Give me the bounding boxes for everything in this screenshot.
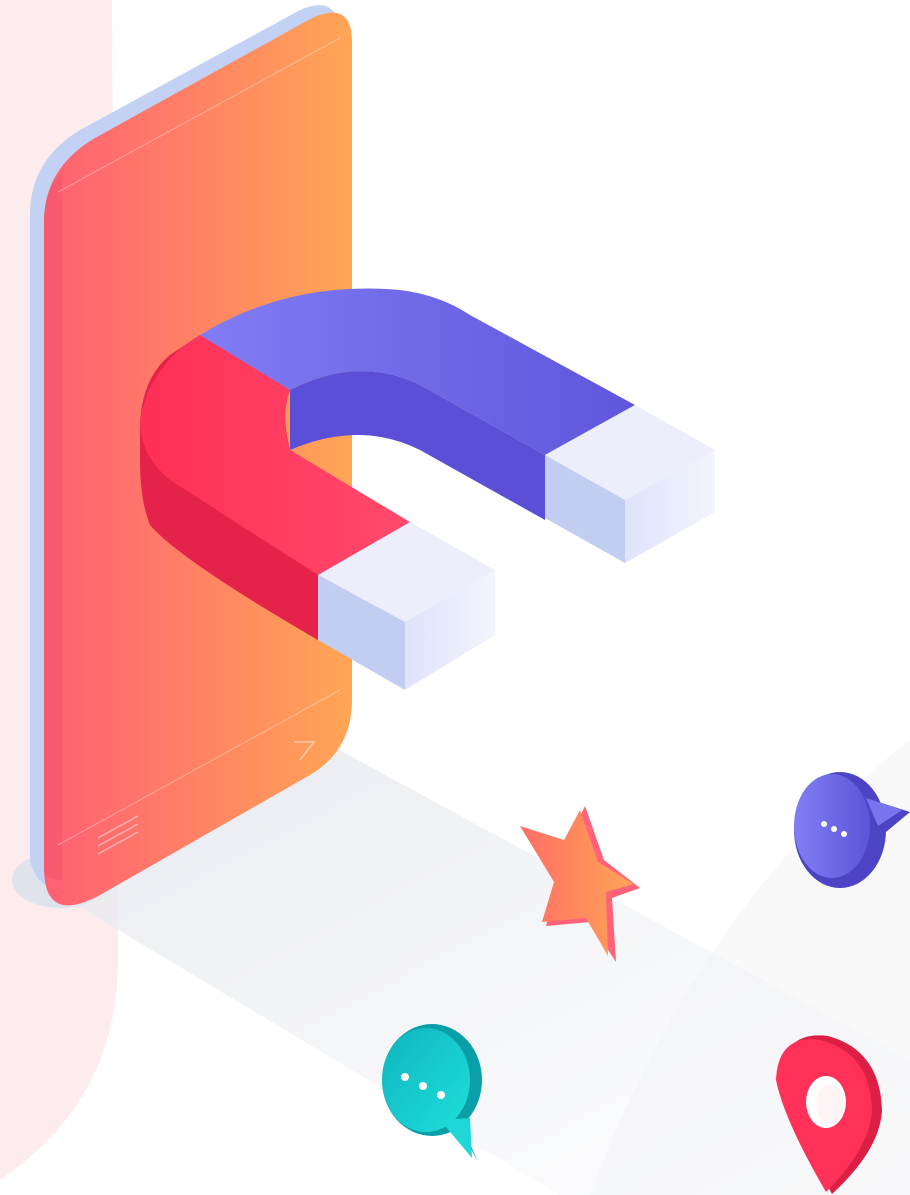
illustration-page [0,0,910,1195]
scene-illustration [0,0,910,1195]
chat-bubble-teal-icon [382,1024,482,1162]
